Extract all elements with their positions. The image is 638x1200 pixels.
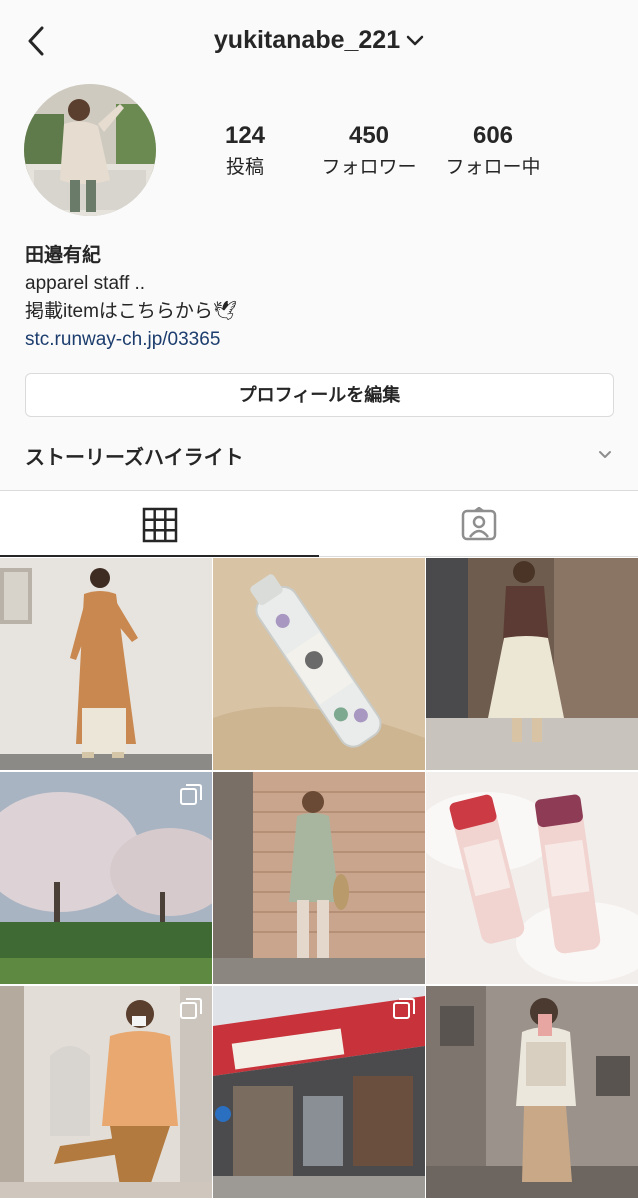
chevron-down-icon[interactable] (598, 450, 612, 460)
profile-tabs (0, 490, 638, 557)
post-thumbnail[interactable] (213, 558, 425, 770)
post-thumbnail[interactable] (0, 558, 212, 770)
post-thumbnail[interactable] (213, 772, 425, 984)
post-thumbnail[interactable] (0, 772, 212, 984)
chevron-down-icon (406, 36, 424, 46)
profile-section: 124 投稿 450 フォロワー 606 フォロー中 田邉有紀 apparel … (0, 84, 638, 490)
post-grid (0, 558, 638, 1200)
tab-tagged[interactable] (319, 491, 638, 557)
bio-link[interactable]: stc.runway-ch.jp/03365 (25, 326, 237, 354)
username-title: yukitanabe_221 (213, 26, 401, 54)
multiple-photos-icon (180, 784, 202, 805)
tab-posts-grid[interactable] (0, 491, 319, 557)
bio-line: apparel staff .. (25, 273, 146, 294)
posts-count[interactable]: 124 投稿 (180, 122, 310, 179)
following-value: 606 (472, 122, 514, 149)
post-thumbnail[interactable] (213, 986, 425, 1198)
post-thumbnail[interactable] (426, 772, 638, 984)
post-thumbnail[interactable] (0, 986, 212, 1198)
followers-count[interactable]: 450 フォロワー (304, 122, 434, 179)
multiple-photos-icon (180, 998, 202, 1019)
bio-line: 掲載itemはこちらから🕊 (25, 301, 238, 322)
top-bar: yukitanabe_221 (0, 0, 638, 84)
multiple-photos-icon (393, 998, 415, 1019)
bio: 田邉有紀 apparel staff .. 掲載itemはこちらから🕊 stc.… (25, 242, 237, 354)
post-thumbnail[interactable] (426, 558, 638, 770)
posts-value: 124 (224, 122, 266, 149)
avatar[interactable] (24, 84, 156, 216)
following-count[interactable]: 606 フォロー中 (428, 122, 558, 179)
post-thumbnail[interactable] (426, 986, 638, 1198)
following-label: フォロー中 (445, 157, 541, 178)
posts-label: 投稿 (225, 157, 264, 178)
grid-icon (142, 507, 178, 543)
followers-label: フォロワー (321, 157, 417, 178)
story-highlights-header[interactable]: ストーリーズハイライト (25, 441, 244, 470)
edit-profile-button[interactable]: プロフィールを編集 (25, 373, 614, 417)
display-name: 田邉有紀 (25, 245, 102, 266)
followers-value: 450 (348, 122, 390, 149)
tagged-person-icon (461, 507, 497, 541)
account-switcher[interactable]: yukitanabe_221 (0, 26, 638, 55)
